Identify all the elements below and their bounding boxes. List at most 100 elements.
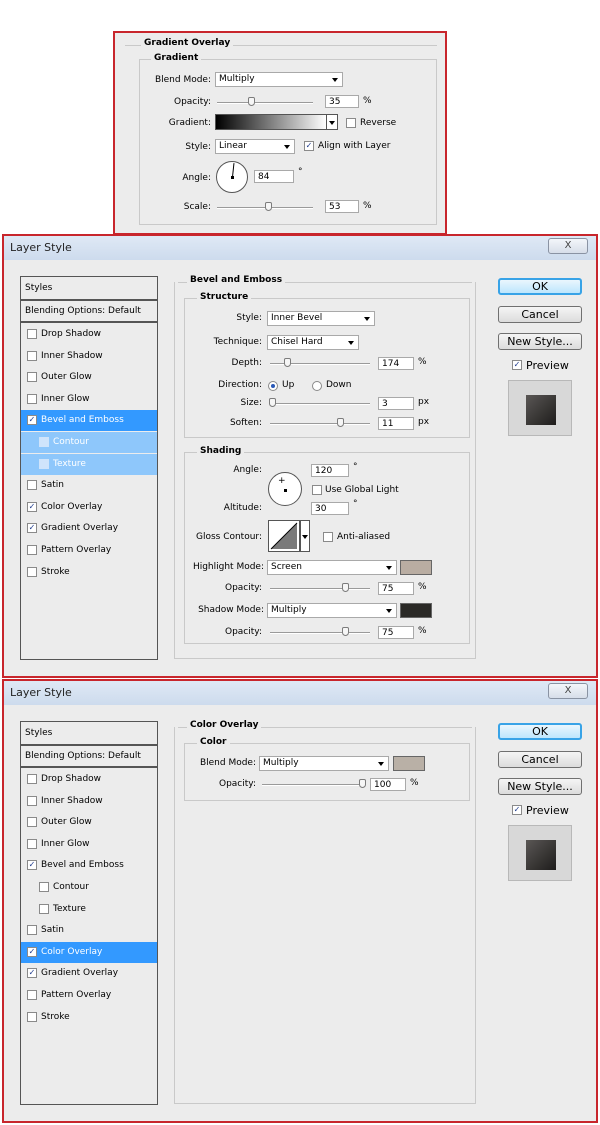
style-item[interactable]: Stroke [21, 562, 157, 583]
highlight-color-swatch[interactable] [400, 560, 432, 575]
ok-button[interactable]: OK [498, 278, 582, 295]
style-select[interactable]: Linear [215, 139, 295, 154]
style-item-checkbox[interactable] [27, 1011, 37, 1022]
align-with-layer-checkbox[interactable]: ✓ [304, 141, 314, 151]
style-item-checkbox[interactable]: ✓ [27, 946, 37, 957]
styles-header[interactable]: Styles [21, 277, 157, 301]
style-item-checkbox[interactable] [27, 817, 37, 828]
style-item[interactable]: Drop Shadow [21, 769, 157, 790]
opacity-slider-track[interactable] [262, 784, 362, 786]
style-item-checkbox[interactable] [27, 545, 37, 555]
shadow-opacity-input[interactable]: 75 [378, 626, 414, 639]
size-slider-track[interactable] [270, 403, 370, 405]
gradient-preview[interactable] [215, 114, 327, 130]
style-item-checkbox[interactable]: ✓ [27, 501, 37, 512]
style-item[interactable]: Outer Glow [21, 812, 157, 833]
reverse-checkbox[interactable] [346, 118, 356, 128]
preview-checkbox[interactable]: ✓ [512, 360, 522, 370]
highlight-opacity-track[interactable] [270, 588, 370, 590]
highlight-opacity-input[interactable]: 75 [378, 582, 414, 595]
style-item-checkbox[interactable] [27, 838, 37, 849]
scale-slider-knob[interactable] [264, 202, 272, 211]
style-item-checkbox[interactable] [39, 458, 49, 469]
shadow-opacity-track[interactable] [270, 632, 370, 634]
opacity-slider-track[interactable] [217, 102, 313, 104]
style-item[interactable]: ✓ Color Overlay [21, 941, 157, 963]
style-item-checkbox[interactable] [27, 350, 37, 361]
new-style-button[interactable]: New Style... [498, 778, 582, 795]
style-item-checkbox[interactable] [27, 774, 37, 784]
style-item[interactable]: Contour [21, 432, 157, 453]
style-item[interactable]: Satin [21, 920, 157, 941]
gloss-contour-dropdown[interactable] [300, 520, 310, 552]
altitude-input[interactable]: 30 [311, 502, 349, 515]
blend-mode-select[interactable]: Multiply [259, 756, 389, 771]
style-item-checkbox[interactable] [27, 329, 37, 339]
use-global-light-checkbox[interactable] [312, 485, 322, 495]
style-item-checkbox[interactable] [39, 437, 49, 447]
opacity-slider-knob[interactable] [359, 779, 366, 788]
style-item-checkbox[interactable]: ✓ [27, 523, 37, 534]
anti-aliased-checkbox[interactable] [323, 532, 333, 542]
shading-angle-dial[interactable]: + [268, 472, 302, 506]
depth-slider-knob[interactable] [284, 358, 291, 367]
style-item-checkbox[interactable]: ✓ [27, 968, 37, 979]
soften-slider-knob[interactable] [337, 418, 344, 427]
size-input[interactable]: 3 [378, 397, 414, 410]
opacity-input[interactable]: 100 [370, 778, 406, 791]
opacity-slider-knob[interactable] [247, 97, 255, 106]
soften-slider-track[interactable] [270, 423, 370, 425]
style-item-checkbox[interactable] [27, 480, 37, 491]
angle-dial[interactable] [216, 161, 248, 193]
style-item-checkbox[interactable] [27, 925, 37, 936]
shadow-mode-select[interactable]: Multiply [267, 603, 397, 618]
shading-angle-input[interactable]: 120 [311, 464, 349, 477]
blend-mode-select[interactable]: Multiply [215, 72, 343, 87]
style-item[interactable]: ✓ Color Overlay [21, 497, 157, 518]
style-item-checkbox[interactable] [27, 372, 37, 383]
blending-options-item[interactable]: Blending Options: Default [21, 301, 157, 323]
scale-input[interactable]: 53 [325, 200, 359, 213]
styles-header[interactable]: Styles [21, 722, 157, 746]
style-item[interactable]: Inner Glow [21, 389, 157, 410]
technique-select[interactable]: Chisel Hard [267, 335, 359, 350]
depth-input[interactable]: 174 [378, 357, 414, 370]
bevel-style-select[interactable]: Inner Bevel [267, 311, 375, 326]
shadow-opacity-knob[interactable] [342, 627, 349, 636]
size-slider-knob[interactable] [269, 398, 276, 407]
cancel-button[interactable]: Cancel [498, 306, 582, 323]
style-item-checkbox[interactable] [39, 882, 49, 892]
style-item[interactable]: Texture [21, 899, 157, 920]
style-item-checkbox[interactable]: ✓ [27, 860, 37, 871]
style-item-checkbox[interactable] [39, 903, 49, 914]
close-button[interactable]: X [548, 238, 588, 254]
style-item-checkbox[interactable] [27, 393, 37, 404]
style-item-checkbox[interactable] [27, 990, 37, 1000]
style-item-checkbox[interactable] [27, 795, 37, 806]
style-item[interactable]: Outer Glow [21, 367, 157, 388]
style-item[interactable]: Contour [21, 877, 157, 898]
style-item-checkbox[interactable]: ✓ [27, 415, 37, 426]
opacity-input[interactable]: 35 [325, 95, 359, 108]
preview-checkbox[interactable]: ✓ [512, 805, 522, 815]
style-item[interactable]: Satin [21, 475, 157, 496]
style-item[interactable]: Pattern Overlay [21, 540, 157, 561]
style-item[interactable]: Stroke [21, 1007, 157, 1028]
style-item[interactable]: ✓ Gradient Overlay [21, 518, 157, 539]
angle-input[interactable]: 84 [254, 170, 294, 183]
style-item-checkbox[interactable] [27, 566, 37, 577]
style-item[interactable]: Inner Shadow [21, 346, 157, 367]
overlay-color-swatch[interactable] [393, 756, 425, 771]
gradient-dropdown-button[interactable] [326, 114, 338, 130]
style-item[interactable]: Inner Shadow [21, 791, 157, 812]
highlight-opacity-knob[interactable] [342, 583, 349, 592]
style-item[interactable]: Pattern Overlay [21, 985, 157, 1006]
style-item[interactable]: ✓ Bevel and Emboss [21, 410, 157, 432]
shadow-color-swatch[interactable] [400, 603, 432, 618]
highlight-mode-select[interactable]: Screen [267, 560, 397, 575]
gloss-contour-picker[interactable] [268, 520, 300, 552]
style-item[interactable]: Drop Shadow [21, 324, 157, 345]
soften-input[interactable]: 11 [378, 417, 414, 430]
close-button[interactable]: X [548, 683, 588, 699]
direction-down-radio[interactable] [312, 381, 322, 391]
